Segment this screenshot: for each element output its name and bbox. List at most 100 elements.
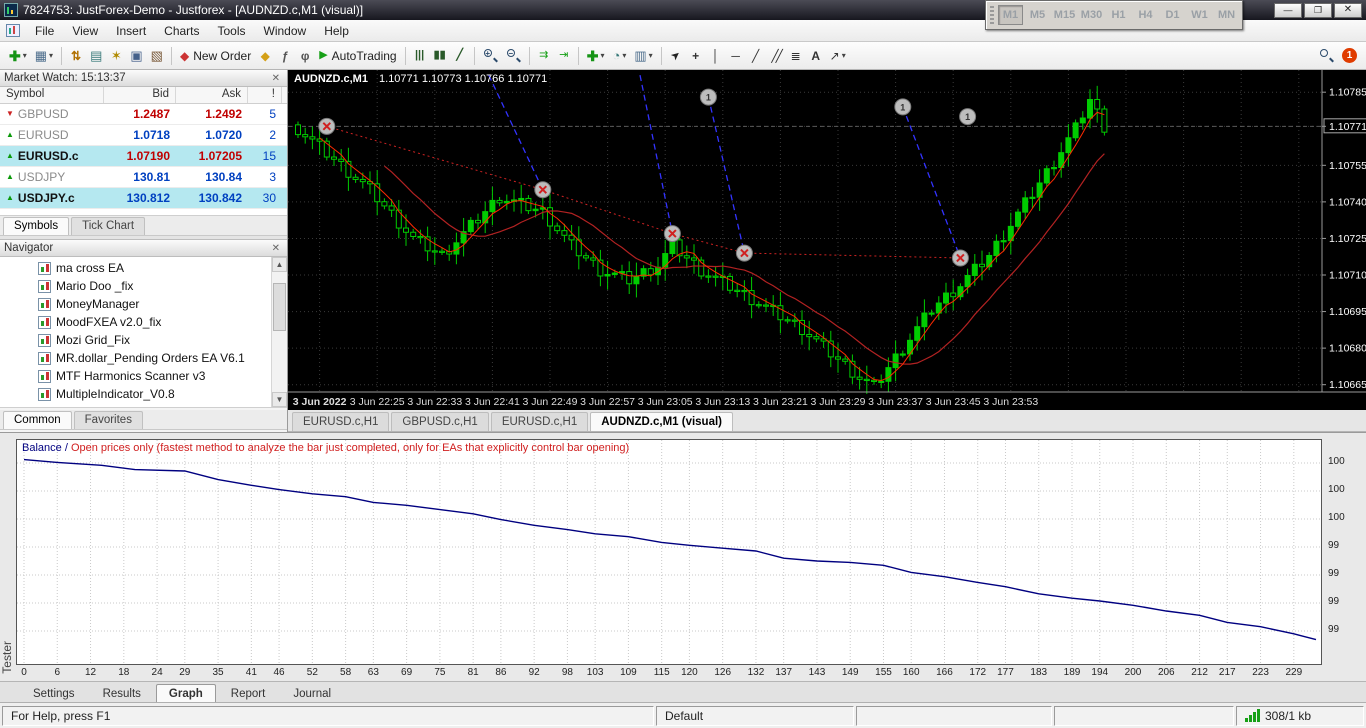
column-ask[interactable]: Ask (176, 87, 248, 103)
timeframe-m15[interactable]: M15 (1052, 5, 1077, 25)
minimize-button[interactable]: — (1274, 2, 1302, 18)
toolbar-grip[interactable] (990, 6, 994, 24)
channel-button[interactable]: ╱╱ (766, 45, 786, 67)
market-watch-row[interactable]: ▲ EURUSD.c 1.07190 1.07205 15 (0, 146, 287, 167)
balance-graph[interactable] (16, 439, 1322, 665)
fibonacci-button[interactable]: ≣ (786, 45, 806, 67)
chart-tab-2[interactable]: EURUSD.c,H1 (490, 412, 589, 431)
menu-view[interactable]: View (63, 21, 107, 41)
navigator-scrollbar[interactable]: ▲ ▼ (271, 257, 287, 407)
status-profile[interactable]: Default (656, 705, 854, 726)
market-watch-row[interactable]: ▲ EURUSD 1.0718 1.0720 2 (0, 125, 287, 146)
menu-insert[interactable]: Insert (107, 21, 155, 41)
x-axis-label: 29 (179, 667, 191, 678)
profiles-button[interactable]: ▦ ▾ (31, 45, 57, 67)
auto-scroll-toggle[interactable]: ⇉ (534, 45, 554, 67)
cursor-button[interactable]: ➤ (666, 45, 686, 67)
tester-tab-1[interactable]: Results (90, 684, 154, 703)
restore-button[interactable]: ❐ (1304, 2, 1332, 18)
menu-file[interactable]: File (26, 21, 63, 41)
timeframe-m30[interactable]: M30 (1079, 5, 1104, 25)
tester-tab-2[interactable]: Graph (155, 684, 216, 703)
bar-chart-toggle[interactable]: ||| (410, 45, 430, 67)
chart-shift-toggle[interactable]: ⇥ (554, 45, 574, 67)
search-button[interactable] (1315, 45, 1338, 67)
timeframe-w1[interactable]: W1 (1187, 5, 1212, 25)
notifications-button[interactable]: 1 (1338, 45, 1361, 67)
data-window-toggle[interactable]: ▤ (86, 45, 106, 67)
market-watch-row[interactable]: ▼ GBPUSD 1.2487 1.2492 5 (0, 104, 287, 125)
timeframe-m1[interactable]: M1 (998, 5, 1023, 25)
close-icon[interactable]: ✕ (269, 243, 283, 254)
trendline-button[interactable]: ╱ (746, 45, 766, 67)
market-watch-row[interactable]: ▲ USDJPY.c 130.812 130.842 30 (0, 188, 287, 209)
scroll-down-icon[interactable]: ▼ (272, 392, 287, 407)
navigator-item[interactable]: ma cross EA (0, 259, 271, 277)
tester-tab-0[interactable]: Settings (20, 684, 88, 703)
navigator-item[interactable]: MultipleIndicator_V0.8 (0, 385, 271, 403)
scrollbar-thumb[interactable] (273, 283, 286, 331)
menu-tools[interactable]: Tools (209, 21, 255, 41)
templates-button[interactable]: ▥ ▾ (630, 45, 656, 67)
navigator-item[interactable]: MR.dollar_Pending Orders EA V6.1 (0, 349, 271, 367)
navigator-item[interactable]: Mario Doo _fix (0, 277, 271, 295)
timeframe-h1[interactable]: H1 (1106, 5, 1131, 25)
navigator-item[interactable]: Mozi Grid_Fix (0, 331, 271, 349)
scroll-up-icon[interactable]: ▲ (272, 257, 287, 272)
tester-tab-3[interactable]: Report (218, 684, 279, 703)
market-watch-toggle[interactable]: ⇅ (66, 45, 86, 67)
horizontal-line-button[interactable]: ─ (726, 45, 746, 67)
status-connection[interactable]: 308/1 kb (1236, 705, 1364, 726)
column-spread[interactable]: ! (248, 87, 282, 103)
close-icon[interactable]: ✕ (269, 73, 283, 84)
strategy-tester-toggle[interactable]: ▧ (147, 45, 167, 67)
zoom-in-button[interactable]: + (479, 45, 502, 67)
chart-window-menu-icon[interactable] (6, 24, 20, 37)
text-button[interactable]: A (806, 45, 826, 67)
zoom-out-button[interactable]: − (502, 45, 525, 67)
price-chart[interactable]: 1111.107851.107711.107551.107401.107251.… (288, 70, 1366, 410)
market-watch-row[interactable]: ▲ USDJPY 130.81 130.84 3 (0, 167, 287, 188)
timeframe-h4[interactable]: H4 (1133, 5, 1158, 25)
options-button[interactable]: φ (295, 45, 315, 67)
x-axis-label: 115 (653, 667, 670, 678)
periods-button[interactable]: ◔ ▾ (608, 45, 630, 67)
menu-window[interactable]: Window (255, 21, 316, 41)
vertical-line-button[interactable]: │ (706, 45, 726, 67)
x-axis-label: 155 (875, 667, 892, 678)
new-chart-button[interactable]: ✚ ▾ (5, 45, 31, 67)
navigator-item[interactable]: MTF Harmonics Scanner v3 (0, 367, 271, 385)
trendline-icon: ╱ (752, 48, 760, 63)
menu-help[interactable]: Help (315, 21, 358, 41)
x-axis-label: 183 (1030, 667, 1048, 678)
new-order-button[interactable]: ◆ New Order (176, 45, 255, 67)
indicators-button[interactable]: ✚ ▾ (583, 45, 609, 67)
autotrading-button[interactable]: ▶ AutoTrading (315, 45, 400, 67)
candlestick-toggle[interactable]: ▮▮ (430, 45, 450, 67)
navigator-tab-0[interactable]: Common (3, 411, 72, 429)
navigator-tab-1[interactable]: Favorites (73, 411, 143, 429)
expert-advisors-button[interactable]: ◆ (255, 45, 275, 67)
market-watch-tab-1[interactable]: Tick Chart (71, 217, 146, 235)
terminal-toggle[interactable]: ▣ (126, 45, 146, 67)
timeframes-toolbar: M1 M5 M15 M30 H1 H4 D1 W1 MN (985, 0, 1243, 30)
market-watch-tab-0[interactable]: Symbols (3, 217, 70, 235)
column-symbol[interactable]: Symbol (0, 87, 104, 103)
tester-tab-4[interactable]: Journal (280, 684, 344, 703)
close-button[interactable]: ✕ (1334, 2, 1362, 18)
timeframe-mn[interactable]: MN (1214, 5, 1239, 25)
scripts-button[interactable]: ƒ (275, 45, 295, 67)
line-chart-toggle[interactable]: ╱ (450, 45, 470, 67)
timeframe-d1[interactable]: D1 (1160, 5, 1185, 25)
arrows-button[interactable]: ↗ ▾ (826, 45, 850, 67)
navigator-item[interactable]: MoneyManager (0, 295, 271, 313)
crosshair-button[interactable]: + (686, 45, 706, 67)
menu-charts[interactable]: Charts (155, 21, 208, 41)
timeframe-m5[interactable]: M5 (1025, 5, 1050, 25)
chart-tab-1[interactable]: GBPUSD.c,H1 (391, 412, 489, 431)
navigator-toggle[interactable]: ✶ (106, 45, 126, 67)
chart-tab-0[interactable]: EURUSD.c,H1 (292, 412, 390, 431)
navigator-item[interactable]: MoodFXEA v2.0_fix (0, 313, 271, 331)
chart-tab-3[interactable]: AUDNZD.c,M1 (visual) (590, 412, 734, 431)
column-bid[interactable]: Bid (104, 87, 176, 103)
